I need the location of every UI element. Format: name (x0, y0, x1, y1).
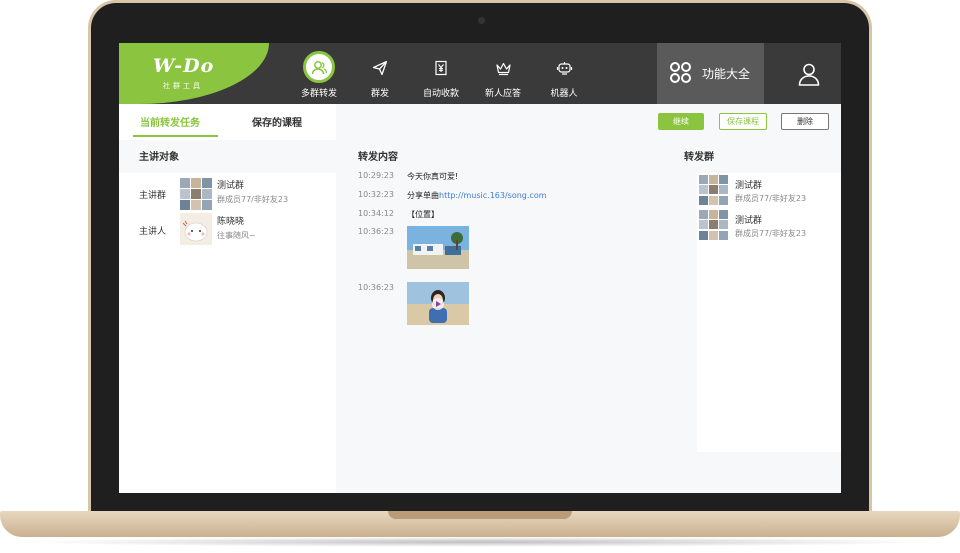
forward-group-name: 测试群 (735, 181, 763, 191)
save-course-button[interactable]: 保存课程 (719, 113, 767, 130)
content-footer (336, 452, 841, 493)
active-tab-indicator (133, 135, 218, 137)
nav-label: 自动收款 (422, 89, 459, 99)
tabs-toolbar: 当前转发任务 保存的课程 继续 保存课程 删除 (119, 104, 841, 140)
forward-group-member-count: 群成员77/非好友23 (735, 229, 807, 238)
tab-saved-courses[interactable]: 保存的课程 (252, 114, 302, 129)
share-song-label: 分享单曲 (407, 191, 439, 200)
group-avatar (180, 178, 212, 210)
user-account-icon[interactable] (795, 60, 823, 88)
main-group-label: 主讲群 (139, 191, 167, 201)
forward-groups-panel: 转发群 测试群 群成员77/非好友23 测试群 群成员77/非好友23 (682, 140, 841, 452)
nav-auto-payment[interactable]: 自动收款 (410, 43, 472, 104)
speaker-avatar (180, 213, 212, 245)
laptop-shadow (20, 537, 940, 547)
speaker-panel-title: 主讲对象 (139, 152, 179, 163)
message-text: 【位置】 (407, 210, 439, 219)
users-icon (303, 51, 335, 83)
speaker-panel: 主讲对象 主讲群 测试群 群成员77/非好友23 主讲人 陈晓晓 往事随风~ (119, 140, 336, 493)
nav-robot[interactable]: 机器人 (533, 43, 595, 104)
all-functions-button[interactable]: 功能大全 (657, 43, 764, 104)
top-header: W-Do 社群工具 多群转发 群发 自动收款 新人应答 机器人 功能大全 (119, 43, 841, 104)
clover-icon (670, 62, 692, 84)
forward-group-name: 测试群 (735, 216, 763, 226)
delete-button[interactable]: 删除 (781, 113, 829, 130)
video-thumbnail[interactable] (407, 282, 469, 325)
forward-group-member-count: 群成员77/非好友23 (735, 194, 807, 203)
group-member-count: 群成员77/非好友23 (217, 195, 289, 204)
message-text: 今天你真可爱! (407, 172, 459, 181)
nav-mass-send[interactable]: 群发 (349, 43, 411, 104)
tab-current-task[interactable]: 当前转发任务 (140, 114, 200, 129)
nav-label: 群发 (370, 89, 389, 99)
logo-subtitle: 社群工具 (163, 82, 203, 90)
message-time: 10:36:23 (358, 227, 394, 236)
speaker-name: 陈晓晓 (217, 217, 245, 227)
logo[interactable]: W-Do 社群工具 (119, 43, 269, 104)
nav-label: 机器人 (550, 89, 578, 99)
message-time: 10:29:23 (358, 171, 394, 180)
app-screen: W-Do 社群工具 多群转发 群发 自动收款 新人应答 机器人 功能大全 当前转… (119, 43, 841, 493)
message-time: 10:36:23 (358, 283, 394, 292)
logo-text: W-Do (153, 55, 215, 77)
forward-content-title: 转发内容 (358, 152, 398, 163)
nav-label: 新人应答 (484, 89, 521, 99)
nav-multi-forward[interactable]: 多群转发 (288, 43, 350, 104)
all-functions-label: 功能大全 (702, 67, 751, 81)
robot-icon (548, 51, 580, 83)
group-avatar (699, 210, 729, 240)
group-avatar (699, 175, 729, 205)
group-name: 测试群 (217, 181, 245, 191)
paper-plane-icon (364, 51, 396, 83)
camera-dot (478, 17, 485, 24)
continue-button[interactable]: 继续 (658, 113, 704, 130)
message-time: 10:34:12 (358, 209, 394, 218)
speaker-label: 主讲人 (139, 227, 167, 237)
nav-newcomer-reply[interactable]: 新人应答 (472, 43, 534, 104)
laptop-notch (388, 511, 572, 519)
location-photo[interactable] (407, 226, 469, 269)
yen-receipt-icon (425, 51, 457, 83)
message-text: 分享单曲http://music.163/song.com (407, 190, 547, 201)
song-link[interactable]: http://music.163/song.com (439, 191, 547, 200)
forward-content-panel: 转发内容 10:29:23 今天你真可爱! 10:32:23 分享单曲http:… (336, 140, 682, 452)
nav-label: 多群转发 (300, 89, 337, 99)
message-time: 10:32:23 (358, 190, 394, 199)
crown-icon (487, 51, 519, 83)
speaker-signature: 往事随风~ (217, 231, 256, 240)
forward-groups-title: 转发群 (684, 152, 714, 163)
